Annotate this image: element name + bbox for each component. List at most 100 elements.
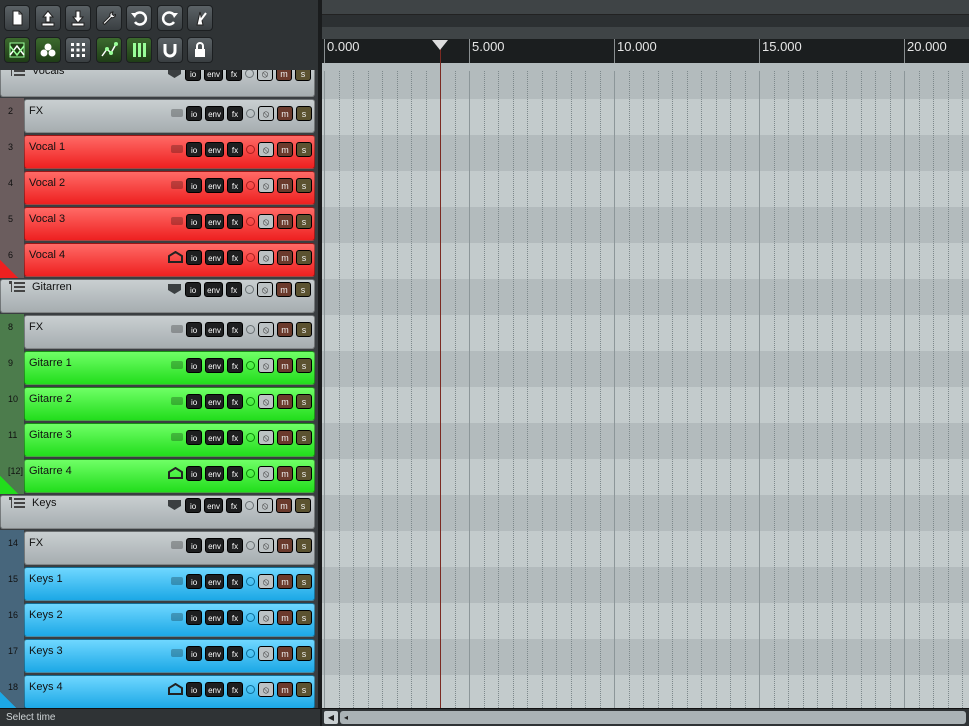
- loop-points-button[interactable]: [156, 37, 183, 63]
- solo-button[interactable]: s: [296, 393, 312, 409]
- track-row[interactable]: 11 Gitarre 3 io env fx ⦸ m s: [0, 422, 318, 458]
- folder-child-icon[interactable]: [171, 613, 184, 621]
- track-lanes[interactable]: [322, 63, 969, 708]
- folder-collapse-icon[interactable]: [9, 281, 25, 293]
- solo-button[interactable]: s: [296, 357, 312, 373]
- envelope-button[interactable]: env: [204, 497, 223, 513]
- track-name[interactable]: Vocal 2: [29, 177, 65, 189]
- mute-button[interactable]: m: [277, 609, 293, 625]
- io-button[interactable]: io: [186, 681, 203, 697]
- track-panel[interactable]: Vocals io env fx ⦸ m s: [0, 70, 315, 97]
- fx-button[interactable]: fx: [227, 249, 243, 265]
- io-button[interactable]: io: [186, 357, 203, 373]
- phase-invert-button[interactable]: ⦸: [258, 429, 274, 445]
- fx-button[interactable]: fx: [227, 465, 243, 481]
- horizontal-scrollbar[interactable]: ◀ ◂: [322, 708, 969, 726]
- folder-track[interactable]: Vocals io env fx ⦸ m s: [0, 70, 318, 98]
- edit-cursor-marker[interactable]: [432, 40, 448, 50]
- fx-button[interactable]: fx: [226, 70, 242, 81]
- fx-button[interactable]: fx: [227, 105, 243, 121]
- record-arm-button[interactable]: [246, 432, 255, 442]
- fx-button[interactable]: fx: [227, 213, 243, 229]
- record-arm-button[interactable]: [246, 180, 255, 190]
- fx-button[interactable]: fx: [227, 177, 243, 193]
- track-name[interactable]: Keys 2: [29, 609, 63, 621]
- folder-child-icon[interactable]: [171, 541, 184, 549]
- fx-button[interactable]: fx: [226, 281, 242, 297]
- folder-child-icon[interactable]: [171, 433, 184, 441]
- folder-collapse-icon[interactable]: [9, 497, 25, 509]
- envelope-button[interactable]: env: [204, 70, 223, 81]
- record-arm-button[interactable]: [245, 500, 254, 510]
- track-row[interactable]: 10 Gitarre 2 io env fx ⦸ m s: [0, 386, 318, 422]
- track-name[interactable]: Keys 1: [29, 573, 63, 585]
- track-lane[interactable]: [322, 99, 969, 135]
- ripple-edit-button[interactable]: [34, 37, 61, 63]
- record-arm-button[interactable]: [246, 144, 255, 154]
- envelope-button[interactable]: env: [205, 393, 224, 409]
- record-arm-button[interactable]: [246, 612, 255, 622]
- io-button[interactable]: io: [186, 213, 203, 229]
- track-lane[interactable]: [322, 531, 969, 567]
- track-row[interactable]: 17 Keys 3 io env fx ⦸ m s: [0, 638, 318, 674]
- track-name[interactable]: Gitarre 1: [29, 357, 72, 369]
- track-lane[interactable]: [322, 171, 969, 207]
- new-project-button[interactable]: [4, 5, 30, 31]
- envelope-button[interactable]: env: [205, 177, 224, 193]
- track-lane[interactable]: [322, 351, 969, 387]
- phase-invert-button[interactable]: ⦸: [258, 573, 274, 589]
- solo-button[interactable]: s: [296, 573, 312, 589]
- save-project-button[interactable]: [65, 5, 91, 31]
- io-button[interactable]: io: [186, 573, 203, 589]
- track-panel[interactable]: Keys io env fx ⦸ m s: [0, 495, 315, 529]
- track-row[interactable]: 6 Vocal 4 io env fx ⦸ m s: [0, 242, 318, 278]
- track-name[interactable]: Keys: [32, 497, 56, 509]
- mute-button[interactable]: m: [276, 497, 292, 513]
- track-row[interactable]: 3 Vocal 1 io env fx ⦸ m s: [0, 134, 318, 170]
- phase-invert-button[interactable]: ⦸: [258, 465, 274, 481]
- envelope-button[interactable]: env: [205, 105, 224, 121]
- io-button[interactable]: io: [186, 141, 203, 157]
- solo-button[interactable]: s: [296, 177, 312, 193]
- fx-button[interactable]: fx: [227, 573, 243, 589]
- track-panel[interactable]: Gitarren io env fx ⦸ m s: [0, 279, 315, 313]
- folder-child-icon[interactable]: [171, 361, 184, 369]
- track-name[interactable]: FX: [29, 321, 43, 333]
- fx-button[interactable]: fx: [227, 393, 243, 409]
- io-button[interactable]: io: [186, 537, 203, 553]
- open-project-button[interactable]: [34, 5, 61, 31]
- envelope-button[interactable]: env: [205, 141, 224, 157]
- folder-start-icon[interactable]: [167, 283, 182, 295]
- track-lane[interactable]: [322, 207, 969, 243]
- io-button[interactable]: io: [186, 321, 203, 337]
- fx-button[interactable]: fx: [227, 321, 243, 337]
- envelope-button[interactable]: env: [205, 681, 224, 697]
- mute-button[interactable]: m: [277, 573, 293, 589]
- track-lane[interactable]: [322, 387, 969, 423]
- folder-start-icon[interactable]: [167, 70, 182, 79]
- track-row[interactable]: 15 Keys 1 io env fx ⦸ m s: [0, 566, 318, 602]
- scroll-left-button[interactable]: ◀: [324, 711, 338, 724]
- arrange-marker-lane[interactable]: [322, 15, 969, 27]
- mute-button[interactable]: m: [277, 321, 293, 337]
- track-lane[interactable]: [322, 135, 969, 171]
- record-arm-button[interactable]: [246, 252, 255, 262]
- metronome-button[interactable]: [187, 5, 213, 31]
- mute-button[interactable]: m: [277, 681, 293, 697]
- fx-button[interactable]: fx: [227, 141, 243, 157]
- mute-button[interactable]: m: [277, 177, 293, 193]
- envelope-button[interactable]: env: [205, 609, 224, 625]
- mute-button[interactable]: m: [277, 429, 293, 445]
- folder-child-icon[interactable]: [171, 181, 184, 189]
- mute-button[interactable]: m: [276, 281, 292, 297]
- record-arm-button[interactable]: [246, 648, 255, 658]
- track-lane[interactable]: [322, 495, 969, 531]
- record-arm-button[interactable]: [246, 576, 255, 586]
- track-row[interactable]: 5 Vocal 3 io env fx ⦸ m s: [0, 206, 318, 242]
- folder-child-icon[interactable]: [171, 145, 184, 153]
- track-name[interactable]: Gitarre 4: [29, 465, 72, 477]
- record-arm-button[interactable]: [246, 216, 255, 226]
- grid-snap-button[interactable]: [65, 37, 91, 63]
- fx-button[interactable]: fx: [227, 357, 243, 373]
- phase-invert-button[interactable]: ⦸: [258, 213, 274, 229]
